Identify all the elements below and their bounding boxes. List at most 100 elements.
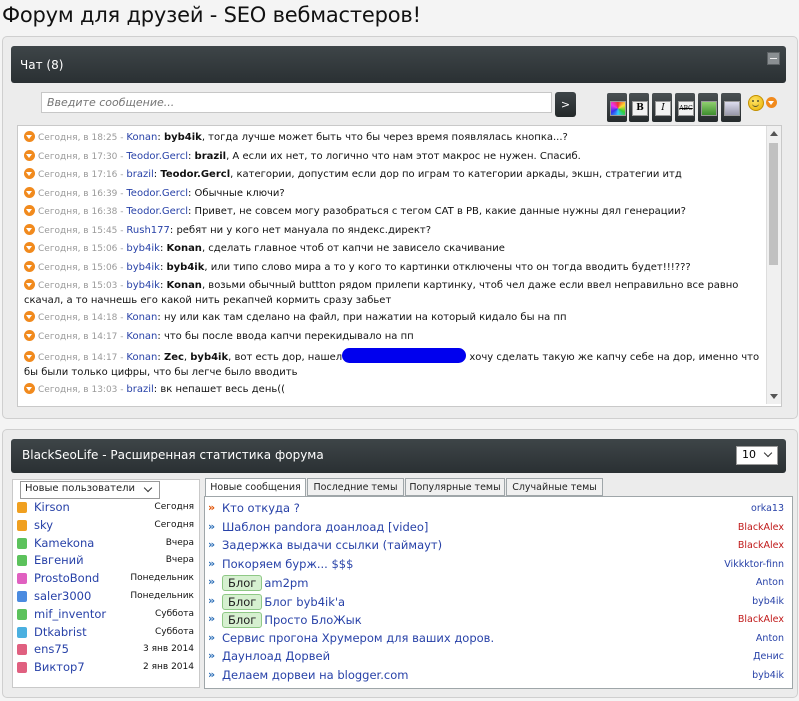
arrow-down-icon[interactable] — [24, 131, 35, 142]
arrow-down-icon[interactable] — [24, 351, 35, 362]
topic-title-text[interactable]: Делаем дорвеи на blogger.com — [222, 668, 408, 682]
topic-badge: Блог — [222, 612, 263, 628]
topic-title-text[interactable]: Кто откуда ? — [222, 501, 300, 515]
topic-author[interactable]: Vikkktor-finn — [724, 559, 784, 570]
topic-title[interactable]: Даунлоад Дорвей — [222, 649, 330, 663]
topic-title-text[interactable]: am2pm — [264, 576, 308, 590]
user-name[interactable]: ProstoBond — [34, 571, 99, 585]
arrow-down-icon[interactable] — [24, 205, 35, 216]
topic-title-text[interactable]: Покоряем бурж... $$$ — [222, 557, 353, 571]
message-time: Сегодня, в 14:17 — [38, 331, 118, 342]
message-author[interactable]: byb4ik — [126, 280, 160, 291]
color-palette-button[interactable] — [607, 93, 627, 122]
user-name[interactable]: Виктор7 — [34, 660, 85, 674]
bold-button[interactable]: B — [629, 93, 649, 122]
topic-title[interactable]: Блог am2pm — [222, 575, 308, 591]
message-recipient[interactable]: Teodor.Gercl — [160, 169, 230, 180]
chat-message: Сегодня, в 14:18 - Konan: ну или как там… — [18, 309, 764, 328]
scroll-up-icon[interactable] — [770, 131, 778, 136]
message-recipient[interactable]: Konan — [167, 243, 202, 254]
message-recipient[interactable]: Konan — [167, 280, 202, 291]
arrow-down-icon[interactable] — [24, 223, 35, 235]
tab-new-messages[interactable]: Новые сообщения — [205, 478, 306, 497]
user-name[interactable]: mif_inventor — [34, 607, 106, 621]
topic-author[interactable]: BlackAlex — [738, 540, 784, 551]
message-recipient[interactable]: byb4ik — [164, 132, 202, 143]
topic-title[interactable]: Блог Блог byb4ik'a — [222, 593, 345, 610]
topic-title-text[interactable]: Даунлоад Дорвей — [222, 649, 330, 663]
user-name[interactable]: Dtkabrist — [34, 625, 87, 639]
scroll-down-icon[interactable] — [770, 394, 778, 399]
chat-scrollbar[interactable] — [766, 126, 781, 404]
topic-title-text[interactable]: Сервис прогона Хрумером для ваших доров. — [222, 631, 494, 645]
message-recipient[interactable]: byb4ik — [190, 352, 228, 363]
topic-author[interactable]: byb4ik — [752, 670, 784, 681]
send-button[interactable]: > — [555, 92, 576, 117]
topic-author[interactable]: Anton — [756, 577, 784, 588]
arrow-down-icon[interactable] — [24, 260, 35, 272]
insert-link-button[interactable] — [721, 93, 741, 122]
message-author[interactable]: Konan — [126, 132, 157, 143]
tab-latest-topics[interactable]: Последние темы — [307, 478, 404, 496]
message-author[interactable]: Konan — [126, 352, 157, 363]
user-name[interactable]: Kirson — [34, 500, 70, 514]
message-recipient[interactable]: byb4ik — [167, 262, 205, 273]
message-author[interactable]: byb4ik — [126, 243, 160, 254]
arrow-down-icon[interactable] — [24, 242, 35, 253]
message-author[interactable]: brazil — [126, 169, 153, 180]
scroll-thumb[interactable] — [769, 143, 778, 265]
message-author[interactable]: byb4ik — [126, 262, 160, 273]
message-author[interactable]: Konan — [126, 312, 157, 323]
users-filter-select[interactable]: Новые пользователи — [20, 481, 160, 499]
arrow-down-icon[interactable] — [24, 383, 35, 394]
arrow-down-icon[interactable] — [24, 329, 35, 341]
arrow-down-icon[interactable] — [24, 279, 35, 290]
stats-count-select[interactable]: 10 — [736, 446, 778, 465]
message-text: Привет, не совсем могу разобраться с тег… — [194, 206, 686, 217]
topic-title[interactable]: Шаблон pandora доанлоад [video] — [222, 520, 428, 534]
topic-title-text[interactable]: Шаблон pandora доанлоад [video] — [222, 520, 428, 534]
stats-count-value: 10 — [742, 448, 756, 461]
arrow-down-icon[interactable] — [24, 149, 35, 161]
topic-author[interactable]: BlackAlex — [738, 614, 784, 625]
topic-author[interactable]: byb4ik — [752, 596, 784, 607]
topic-title-text[interactable]: Задержка выдачи ссылки (таймаут) — [222, 538, 442, 552]
message-author[interactable]: Konan — [126, 331, 157, 342]
message-recipient[interactable]: Zec — [164, 352, 184, 363]
topic-title[interactable]: Кто откуда ? — [222, 501, 300, 515]
arrow-down-icon[interactable] — [766, 97, 777, 108]
topic-author[interactable]: BlackAlex — [738, 522, 784, 533]
topic-author[interactable]: Anton — [756, 633, 784, 644]
topic-title-text[interactable]: Просто БлоЖык — [264, 613, 361, 627]
arrow-down-icon[interactable] — [24, 186, 35, 198]
message-author[interactable]: Rush177 — [126, 225, 169, 236]
message-author[interactable]: brazil — [126, 384, 153, 395]
topic-author[interactable]: Денис — [753, 651, 784, 662]
topic-title[interactable]: Сервис прогона Хрумером для ваших доров. — [222, 631, 494, 645]
smiley-icon[interactable] — [748, 95, 764, 111]
tab-random-topics[interactable]: Случайные темы — [506, 478, 603, 496]
topic-author[interactable]: orka13 — [751, 503, 784, 514]
strike-button[interactable]: ABC — [675, 93, 695, 122]
tab-popular-topics[interactable]: Популярные темы — [405, 478, 505, 496]
insert-image-button[interactable] — [698, 93, 718, 122]
collapse-icon[interactable] — [767, 52, 780, 65]
topic-title[interactable]: Делаем дорвеи на blogger.com — [222, 668, 408, 682]
user-name[interactable]: ens75 — [34, 642, 69, 656]
user-name[interactable]: saler3000 — [34, 589, 91, 603]
arrow-down-icon[interactable] — [24, 168, 35, 179]
topic-title-text[interactable]: Блог byb4ik'a — [264, 595, 345, 609]
user-name[interactable]: sky — [34, 518, 53, 532]
message-author[interactable]: Teodor.Gercl — [126, 151, 188, 162]
arrow-down-icon[interactable] — [24, 311, 35, 322]
topic-title[interactable]: Блог Просто БлоЖык — [222, 612, 362, 628]
topic-title[interactable]: Задержка выдачи ссылки (таймаут) — [222, 538, 442, 552]
message-recipient[interactable]: brazil — [195, 151, 227, 162]
message-author[interactable]: Teodor.Gercl — [126, 188, 188, 199]
user-name[interactable]: Евгений — [34, 553, 84, 567]
chat-message-input[interactable] — [41, 92, 552, 113]
message-author[interactable]: Teodor.Gercl — [126, 206, 188, 217]
italic-button[interactable]: I — [652, 93, 672, 122]
topic-title[interactable]: Покоряем бурж... $$$ — [222, 557, 353, 571]
user-name[interactable]: Kamekona — [34, 536, 94, 550]
